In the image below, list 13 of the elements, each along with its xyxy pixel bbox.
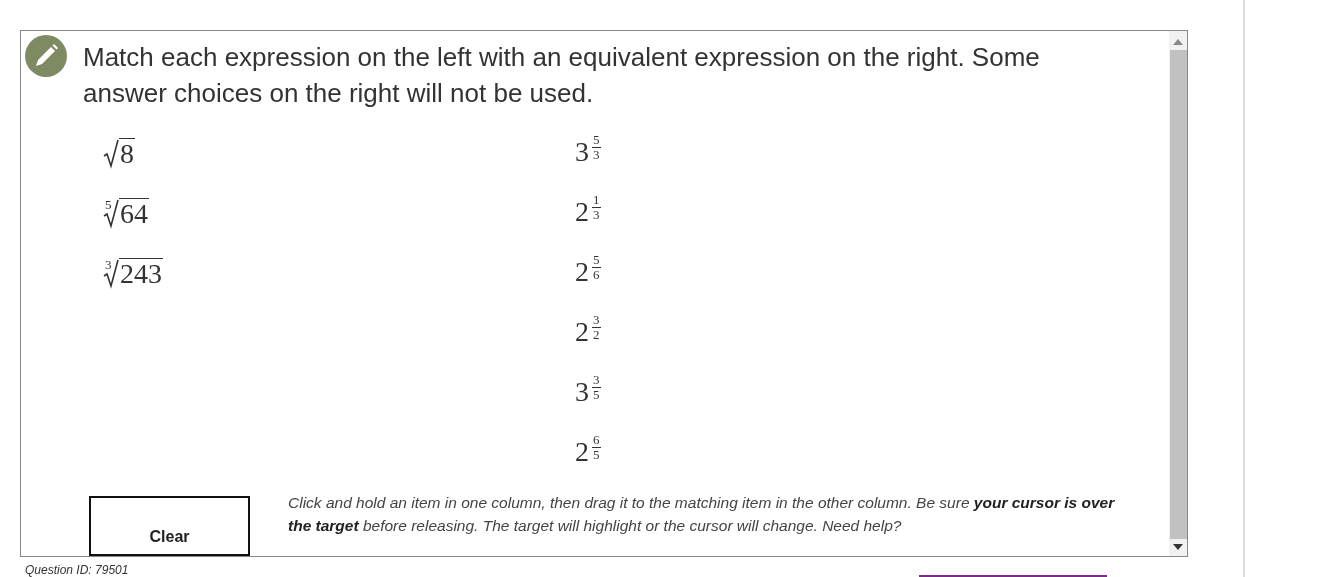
radical-sign-icon <box>103 139 119 169</box>
scroll-down-icon[interactable] <box>1173 544 1183 550</box>
radical-expression[interactable]: $^{3}$ 243 <box>103 251 163 293</box>
radical-sign-icon <box>103 199 119 229</box>
clear-button[interactable]: Clear <box>89 496 250 556</box>
question-prompt: Match each expression on the left with an equivalent expression on the right. Some answer choices on the right will not be used. <box>83 41 1041 110</box>
question-id: Question ID: 79501 <box>25 563 129 577</box>
radical-sign-icon <box>103 259 119 289</box>
radical-expression[interactable]: 8 <box>103 131 135 173</box>
pencil-icon <box>25 35 67 77</box>
instructions-text: Click and hold an item in one column, then drag it to the matching item in the other column. Be sure your cursor is over the target before releasing. The target will highlight or the cursor will change. Need help? <box>288 493 1116 536</box>
radical-expression[interactable]: $^{5}$ 64 <box>103 191 149 233</box>
scroll-up-icon[interactable] <box>1173 39 1183 45</box>
